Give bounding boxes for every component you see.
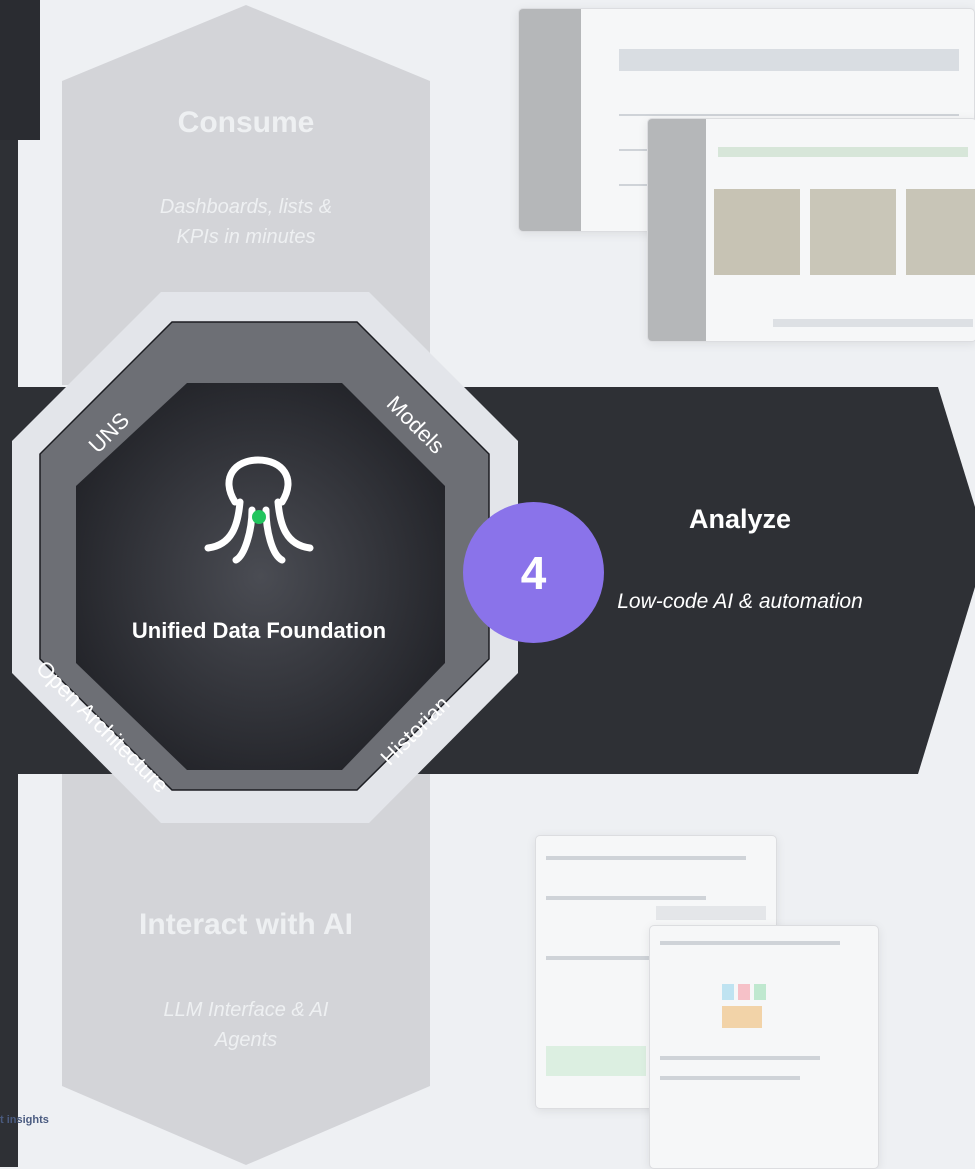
foundation-label: Unified Data Foundation — [131, 618, 387, 643]
analyze-subtitle: Low-code AI & automation — [617, 590, 863, 613]
step-number-badge: 4 — [463, 502, 604, 643]
analyze-title: Analyze — [688, 504, 792, 534]
logo-dot-icon — [252, 510, 266, 524]
octagon-core — [76, 383, 445, 770]
